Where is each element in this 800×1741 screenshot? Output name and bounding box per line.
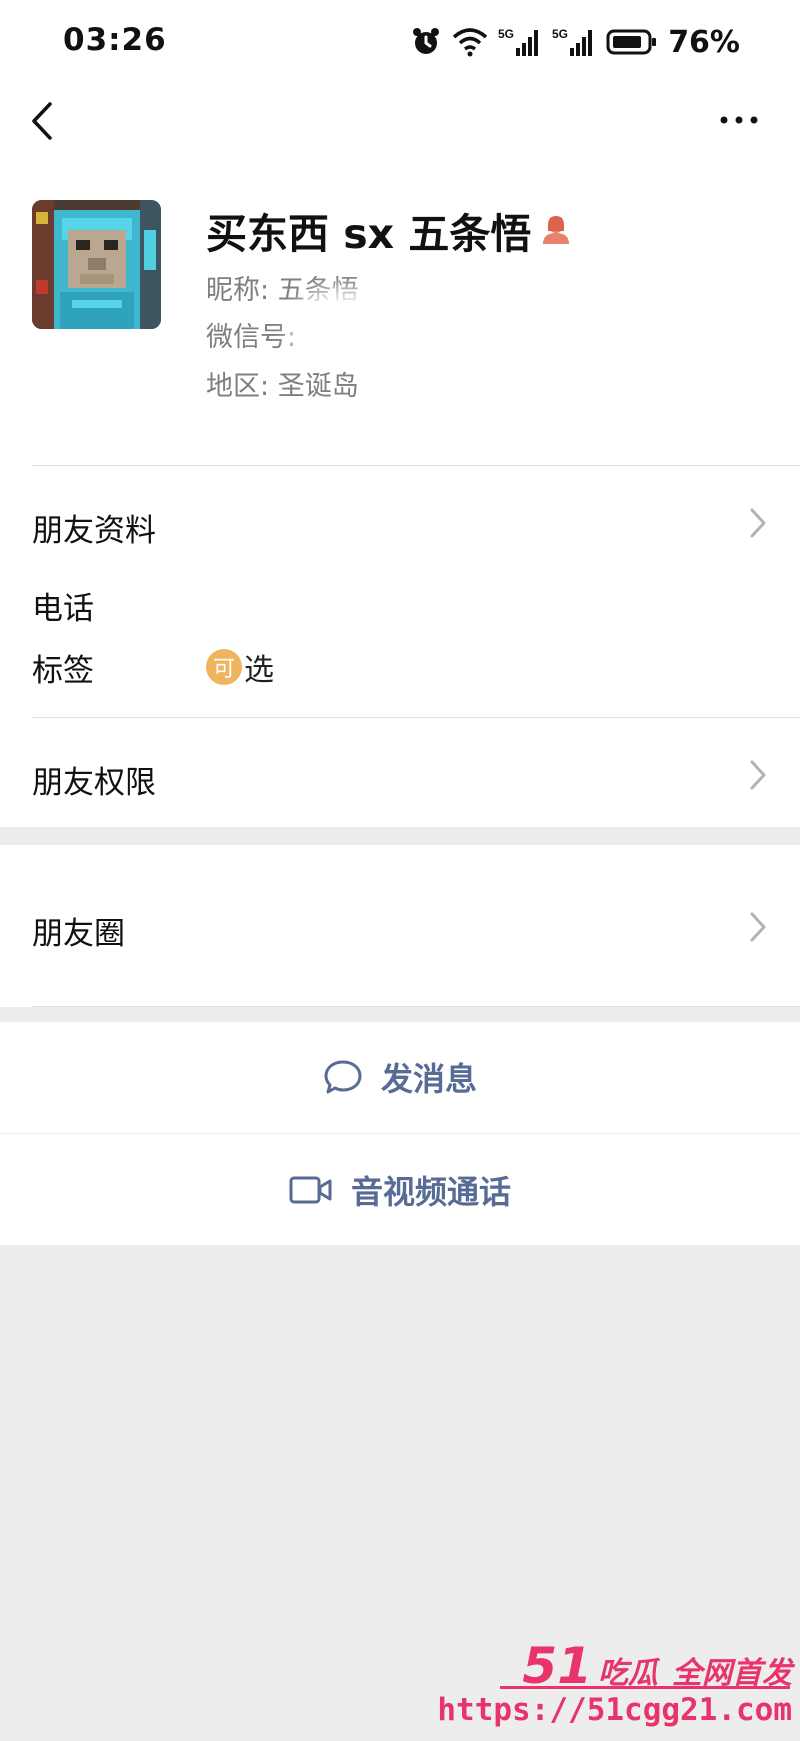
region-row: 地区: 圣诞岛 [206, 364, 359, 403]
wechat-id-row[interactable]: 微信号: [206, 315, 296, 354]
send-message-button[interactable]: 发消息 [0, 1022, 800, 1132]
send-message-label: 发消息 [380, 1060, 477, 1098]
video-camera-icon [289, 1176, 332, 1204]
chevron-right-icon [750, 760, 766, 790]
chevron-right-icon [750, 912, 766, 942]
status-icons: 5G 5G 76% [410, 22, 740, 62]
phone-label: 电话 [32, 591, 94, 627]
tag-value: 选 [244, 653, 274, 688]
battery-icon [606, 29, 657, 55]
redaction-blur [300, 300, 500, 360]
5g-signal-icon: 5G [552, 27, 593, 56]
friend-permissions-label: 朋友权限 [32, 765, 156, 801]
more-horizontal-icon [720, 116, 758, 124]
tags-label: 标签 [32, 653, 94, 689]
divider [32, 1006, 800, 1007]
status-bar: 03:26 5G 5G 76% [0, 0, 800, 84]
chat-bubble-icon [324, 1060, 362, 1094]
status-time: 03:26 [63, 22, 167, 58]
divider [0, 1133, 800, 1134]
tag-badge: 可 [206, 649, 242, 685]
contact-profile-screen: 03:26 5G 5G 76% 买东西 sx 五条悟 昵称: 五条悟 微信号: … [0, 0, 800, 1741]
nickname-label: 昵称: [206, 275, 270, 306]
chevron-left-icon [32, 102, 52, 140]
watermark-underline [500, 1686, 790, 1689]
region-value: 圣诞岛 [277, 371, 359, 402]
wifi-icon [453, 28, 488, 57]
profile-section [0, 0, 800, 827]
divider [32, 465, 800, 466]
friend-info-label: 朋友资料 [32, 513, 156, 549]
wechat-id-label: 微信号: [206, 322, 297, 353]
chevron-right-icon [750, 508, 766, 538]
svg-text:5G: 5G [552, 27, 568, 41]
video-call-button[interactable]: 音视频通话 [0, 1135, 800, 1245]
more-button[interactable] [714, 100, 764, 140]
avatar-image [32, 200, 161, 329]
back-button[interactable] [22, 96, 62, 146]
alarm-icon [413, 28, 440, 54]
moments-label: 朋友圈 [32, 916, 125, 952]
svg-text:5G: 5G [498, 27, 514, 41]
region-label: 地区: [206, 371, 270, 402]
female-user-icon [543, 216, 570, 244]
tags-picker[interactable]: 可 选 [206, 645, 274, 689]
5g-signal-icon: 5G [498, 27, 539, 56]
divider [32, 717, 800, 718]
video-call-label: 音视频通话 [350, 1173, 511, 1211]
avatar[interactable] [32, 200, 161, 329]
battery-percentage: 76% [668, 24, 740, 60]
display-name: 买东西 sx 五条悟 [206, 210, 532, 258]
watermark-url: https://51cgg21.com [437, 1692, 792, 1728]
name-row: 买东西 sx 五条悟 [206, 200, 573, 260]
